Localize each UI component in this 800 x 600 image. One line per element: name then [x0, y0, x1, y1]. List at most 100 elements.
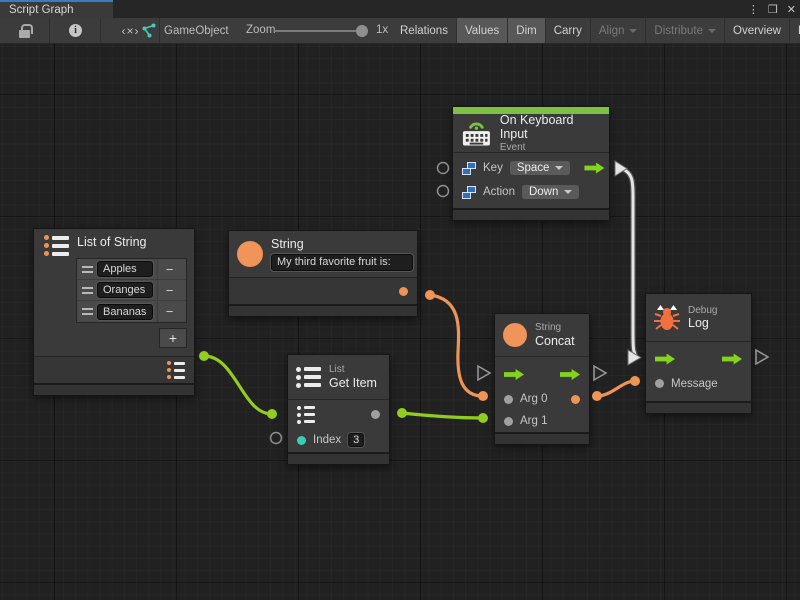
- gameobject-breadcrumb[interactable]: GameObject: [164, 25, 229, 37]
- action-dropdown[interactable]: Down: [522, 185, 579, 199]
- zoom-slider[interactable]: [274, 30, 362, 32]
- arg1-row: Arg 1: [495, 410, 589, 432]
- zoom-slider-handle[interactable]: [356, 25, 368, 37]
- node-subtitle: Event: [500, 142, 601, 154]
- list-item-field[interactable]: Bananas: [97, 304, 153, 320]
- maximize-icon[interactable]: ❒: [768, 3, 778, 16]
- arg1-label: Arg 1: [520, 415, 548, 427]
- chevron-down-icon: [555, 166, 563, 170]
- bug-icon: [654, 303, 680, 333]
- flow-row: [495, 357, 589, 388]
- remove-item-button[interactable]: −: [157, 280, 181, 300]
- graph-reference-icon: [140, 23, 157, 38]
- align-label: Align: [599, 25, 625, 37]
- list-input-port[interactable]: [297, 406, 315, 424]
- arg0-row: Arg 0: [495, 388, 589, 410]
- action-row: Action Down: [453, 180, 609, 204]
- chevron-down-icon: [708, 29, 716, 33]
- node-footer: [453, 208, 609, 220]
- key-label: Key: [483, 162, 503, 174]
- arg1-input-port[interactable]: [504, 417, 513, 426]
- distribute-dropdown[interactable]: Distribute: [646, 18, 725, 43]
- string-output-port[interactable]: [399, 287, 408, 296]
- values-toggle[interactable]: Values: [457, 18, 508, 43]
- string-type-icon: [237, 241, 263, 267]
- index-row: Index 3: [288, 428, 389, 452]
- window-menu-icon[interactable]: ⋮: [748, 3, 759, 16]
- node-title: List of String: [77, 235, 146, 249]
- flow-output-port[interactable]: [560, 369, 580, 380]
- message-label: Message: [671, 378, 718, 390]
- relations-toggle[interactable]: Relations: [392, 18, 457, 43]
- node-category: String: [535, 322, 575, 334]
- list-inline-editor: Apples − Oranges − Bananas −: [76, 258, 187, 323]
- keyboard-icon: [461, 119, 492, 147]
- index-label: Index: [313, 434, 341, 446]
- remove-item-button[interactable]: −: [157, 259, 181, 279]
- close-icon[interactable]: ✕: [787, 3, 796, 16]
- list-item-row: Oranges −: [77, 280, 186, 301]
- string-type-icon: [503, 323, 527, 347]
- align-dropdown[interactable]: Align: [591, 18, 647, 43]
- title-bar: Script Graph ⋮ ❒ ✕: [0, 0, 800, 18]
- list-io-row: [288, 401, 389, 428]
- remove-item-button[interactable]: −: [157, 301, 181, 322]
- key-row: Key Space: [453, 156, 609, 180]
- flow-input-port[interactable]: [655, 354, 675, 365]
- index-field[interactable]: 3: [348, 433, 364, 447]
- drag-handle-icon[interactable]: [82, 308, 93, 315]
- literal-input-icon: [462, 162, 476, 175]
- index-input-port[interactable]: [297, 436, 306, 445]
- key-value: Space: [517, 162, 550, 174]
- list-output-port[interactable]: [167, 361, 185, 379]
- drag-handle-icon[interactable]: [82, 266, 93, 273]
- list-icon: [296, 367, 321, 388]
- carry-toggle[interactable]: Carry: [546, 18, 591, 43]
- info-button[interactable]: i: [51, 18, 101, 43]
- result-output-port[interactable]: [571, 395, 580, 404]
- action-value: Down: [529, 186, 558, 198]
- script-graph-window: Script Graph ⋮ ❒ ✕ i ‹×› GameObject: [0, 0, 800, 600]
- list-icon: [44, 235, 69, 256]
- node-title: Get Item: [329, 376, 377, 390]
- list-item-row: Apples −: [77, 259, 186, 280]
- item-output-port[interactable]: [371, 410, 380, 419]
- overview-button[interactable]: Overview: [725, 18, 790, 43]
- node-footer: [34, 383, 194, 395]
- info-icon: i: [69, 24, 82, 37]
- node-footer: [495, 432, 589, 444]
- node-string-concat[interactable]: String Concat Arg 0 Arg 1: [494, 313, 590, 445]
- node-list-get-item[interactable]: List Get Item Index 3: [287, 354, 390, 465]
- node-title: On Keyboard Input: [500, 113, 601, 142]
- node-list-of-string[interactable]: List of String Apples − Oranges − Banana…: [33, 228, 195, 396]
- flow-input-port[interactable]: [504, 369, 524, 380]
- flow-output-port[interactable]: [722, 354, 742, 365]
- dim-toggle[interactable]: Dim: [508, 18, 545, 43]
- node-string-literal[interactable]: String My third favorite fruit is:: [228, 230, 418, 317]
- node-title: Log: [688, 316, 717, 330]
- message-row: Message: [646, 373, 751, 394]
- chevron-down-icon: [629, 29, 637, 33]
- list-item-field[interactable]: Oranges: [97, 282, 153, 298]
- string-value-field[interactable]: My third favorite fruit is:: [271, 254, 413, 271]
- string-output-row: [229, 277, 417, 304]
- zoom-label: Zoom: [246, 24, 275, 36]
- distribute-label: Distribute: [654, 25, 703, 37]
- node-title: Concat: [535, 334, 575, 348]
- lock-button[interactable]: [0, 18, 50, 43]
- tab-script-graph[interactable]: Script Graph: [0, 0, 113, 18]
- chevron-down-icon: [564, 190, 572, 194]
- node-category: List: [329, 364, 377, 376]
- literal-input-icon: [462, 186, 476, 199]
- add-item-button[interactable]: +: [159, 328, 187, 348]
- arg0-input-port[interactable]: [504, 395, 513, 404]
- drag-handle-icon[interactable]: [82, 287, 93, 294]
- node-debug-log[interactable]: Debug Log Message: [645, 293, 752, 414]
- list-item-field[interactable]: Apples: [97, 261, 153, 277]
- flow-output-port[interactable]: [584, 163, 604, 174]
- node-on-keyboard-input[interactable]: On Keyboard Input Event Key Space Action: [452, 106, 610, 221]
- message-input-port[interactable]: [655, 379, 664, 388]
- fullscreen-button[interactable]: Full Screen: [790, 18, 800, 43]
- graph-toolbar: i ‹×› GameObject Zoom 1x Relations Value…: [0, 18, 800, 44]
- key-dropdown[interactable]: Space: [510, 161, 571, 175]
